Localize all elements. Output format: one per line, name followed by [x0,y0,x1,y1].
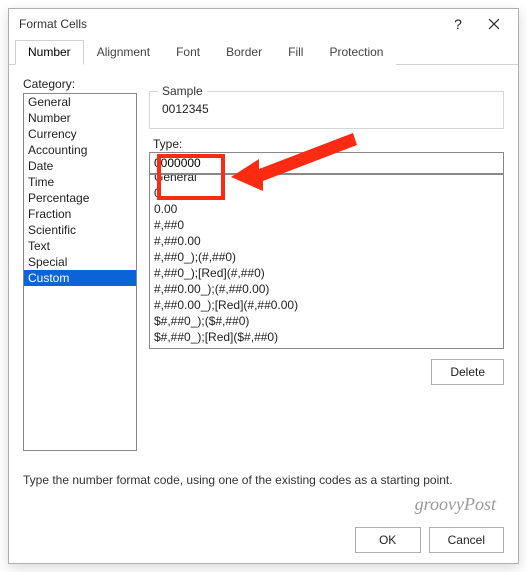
ok-button[interactable]: OK [355,527,421,553]
sample-label: Sample [158,84,207,98]
delete-button[interactable]: Delete [431,359,504,385]
category-item[interactable]: Number [24,110,136,126]
close-button[interactable] [476,10,512,38]
footer-buttons: OK Cancel [355,527,504,553]
format-item[interactable]: 0 [150,185,503,201]
tabs: NumberAlignmentFontBorderFillProtection [9,39,518,65]
format-item[interactable]: #,##0_);(#,##0) [150,249,503,265]
tab-font[interactable]: Font [163,40,213,65]
format-cells-dialog: Format Cells ? NumberAlignmentFontBorder… [8,8,519,564]
close-icon [488,18,500,30]
format-item[interactable]: #,##0.00 [150,233,503,249]
format-item[interactable]: $#,##0_);($#,##0) [150,313,503,329]
format-item[interactable]: #,##0_);[Red](#,##0) [150,265,503,281]
delete-button-label: Delete [450,365,485,379]
category-list[interactable]: GeneralNumberCurrencyAccountingDateTimeP… [23,93,137,451]
right-column: Sample 0012345 Type: General00.00#,##0#,… [149,77,504,457]
ok-button-label: OK [379,533,396,547]
category-item[interactable]: Scientific [24,222,136,238]
category-item[interactable]: Accounting [24,142,136,158]
format-item[interactable]: $#,##0.00_);($#,##0.00) [150,345,503,349]
titlebar: Format Cells ? [9,9,518,39]
cancel-button-label: Cancel [448,533,485,547]
tab-border[interactable]: Border [213,40,275,65]
category-item[interactable]: Text [24,238,136,254]
category-item[interactable]: Date [24,158,136,174]
category-item[interactable]: General [24,94,136,110]
category-item[interactable]: Percentage [24,190,136,206]
category-item[interactable]: Fraction [24,206,136,222]
help-button[interactable]: ? [440,10,476,38]
content-area: Category: GeneralNumberCurrencyAccountin… [9,65,518,519]
cancel-button[interactable]: Cancel [429,527,504,553]
format-item[interactable]: 0.00 [150,201,503,217]
category-label: Category: [23,77,137,91]
format-list[interactable]: General00.00#,##0#,##0.00#,##0_);(#,##0)… [149,174,504,349]
format-item[interactable]: #,##0.00_);(#,##0.00) [150,281,503,297]
format-item[interactable]: #,##0 [150,217,503,233]
sample-value: 0012345 [160,100,493,118]
format-item[interactable]: General [150,174,503,185]
sample-box: Sample 0012345 [149,91,504,129]
format-item[interactable]: $#,##0_);[Red]($#,##0) [150,329,503,345]
type-input[interactable] [149,152,504,174]
tab-protection[interactable]: Protection [316,40,396,65]
category-item[interactable]: Currency [24,126,136,142]
format-item[interactable]: #,##0.00_);[Red](#,##0.00) [150,297,503,313]
category-column: Category: GeneralNumberCurrencyAccountin… [23,77,137,457]
type-label: Type: [153,137,182,151]
tab-alignment[interactable]: Alignment [84,40,163,65]
category-item[interactable]: Time [24,174,136,190]
category-item[interactable]: Custom [24,270,136,286]
tab-number[interactable]: Number [15,40,84,65]
description-text: Type the number format code, using one o… [23,473,504,487]
tab-fill[interactable]: Fill [275,40,316,65]
dialog-title: Format Cells [19,17,440,31]
category-item[interactable]: Special [24,254,136,270]
